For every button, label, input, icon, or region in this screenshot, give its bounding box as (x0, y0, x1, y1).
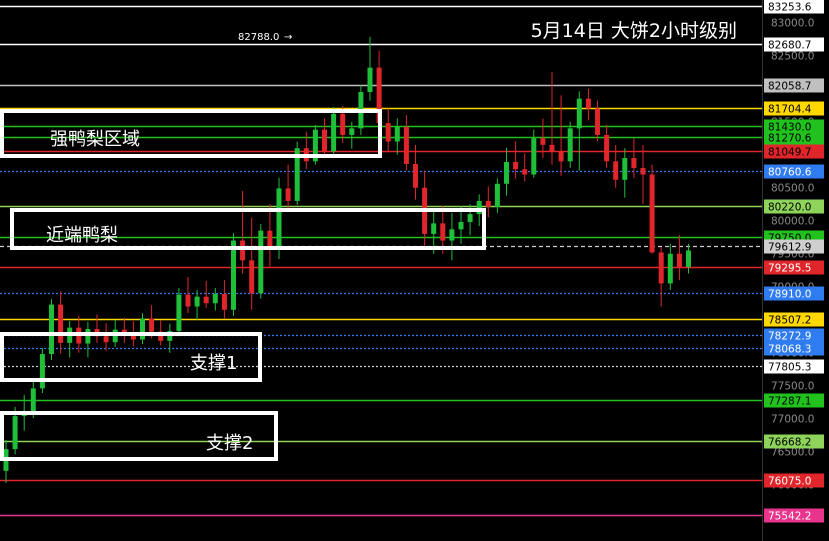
candle-body (403, 127, 409, 164)
price-tag-label: 79612.9 (768, 242, 811, 254)
scale-tick-label: 80500.0 (771, 183, 814, 195)
candle-body (558, 151, 564, 162)
candle-body (203, 296, 209, 304)
candle-body (576, 98, 582, 129)
zone-support2-label: 支撑2 (206, 433, 254, 454)
candle-body (212, 293, 218, 304)
zone-near-resistance: 近端鸭梨 (10, 208, 486, 250)
candle-body (513, 161, 519, 170)
candle-body (413, 163, 418, 188)
candle-body (30, 388, 36, 413)
candle-body (522, 169, 528, 175)
candle-body (585, 98, 591, 109)
candle-body (613, 161, 619, 180)
zone-strong-label: 强鸭梨区域 (50, 129, 140, 150)
candle-body (540, 138, 546, 145)
zone-near-label: 近端鸭梨 (46, 225, 118, 246)
price-tag-label: 76075.0 (768, 476, 811, 488)
candle-body (686, 250, 691, 267)
candle-body (531, 138, 537, 175)
candle-body (385, 123, 391, 142)
candle-body (494, 183, 500, 207)
candle-body (176, 294, 182, 331)
price-tag-label: 80760.6 (768, 167, 812, 179)
candle-body (595, 108, 600, 135)
price-tag-label: 82058.7 (768, 81, 811, 93)
candle-body (667, 253, 673, 284)
price-tag-label: 81270.6 (768, 133, 812, 145)
peak-arrow: → (284, 32, 292, 43)
price-tag-label: 78272.9 (768, 331, 811, 343)
scale-tick-label: 77000.0 (771, 414, 814, 426)
candle-body (194, 296, 200, 307)
scale-tick-label: 80000.0 (771, 216, 814, 228)
candle-body (185, 294, 191, 307)
chart-title: 5月14日 大饼2小时级别 (530, 20, 737, 42)
candle-body (676, 253, 682, 267)
scale-tick-label: 77500.0 (771, 381, 814, 393)
candle-body (367, 67, 373, 93)
candle-body (640, 167, 646, 175)
candle-body (504, 161, 509, 184)
scale-tick-label: 83000.0 (771, 18, 814, 30)
candle-body (622, 158, 628, 180)
price-tag-label: 78507.2 (768, 315, 811, 327)
candle-body (249, 260, 255, 294)
candle-body (567, 128, 573, 162)
candle-body (231, 240, 236, 310)
price-tag-label: 77805.3 (768, 362, 811, 374)
zone-support-2: 支撑2 (0, 411, 278, 461)
price-tag-label: 78910.0 (768, 289, 811, 301)
zone-strong-resistance: 强鸭梨区域 (0, 109, 382, 158)
zone-support1-label: 支撑1 (190, 353, 238, 374)
candle-body (394, 127, 400, 142)
price-tag-label: 82680.7 (768, 40, 811, 52)
scale-tick-label: 82500.0 (771, 51, 814, 63)
candle-body (485, 200, 491, 207)
price-tag-label: 81049.7 (768, 147, 811, 159)
price-tag-label: 78068.3 (768, 344, 811, 356)
candle-body (549, 144, 555, 152)
scale-tick-label: 76500.0 (771, 447, 814, 459)
price-tag-label: 77287.1 (768, 396, 811, 408)
candle-body (658, 252, 664, 284)
candle-body (604, 134, 610, 162)
candle-body (649, 174, 655, 253)
price-tag-label: 80220.0 (768, 202, 811, 214)
price-tag-label: 76668.2 (768, 437, 811, 449)
price-tag-label: 81704.4 (768, 104, 812, 116)
price-tag-label: 79295.5 (768, 263, 811, 275)
candle-body (221, 293, 227, 310)
peak-annotation: 82788.0 (238, 32, 279, 43)
price-tag-label: 75542.2 (768, 511, 811, 523)
candle-body (285, 188, 291, 201)
candle-body (631, 158, 637, 168)
price-tag-label: 83253.6 (768, 2, 812, 14)
zone-support-1: 支撑1 (0, 332, 262, 382)
candle-body (149, 318, 155, 332)
